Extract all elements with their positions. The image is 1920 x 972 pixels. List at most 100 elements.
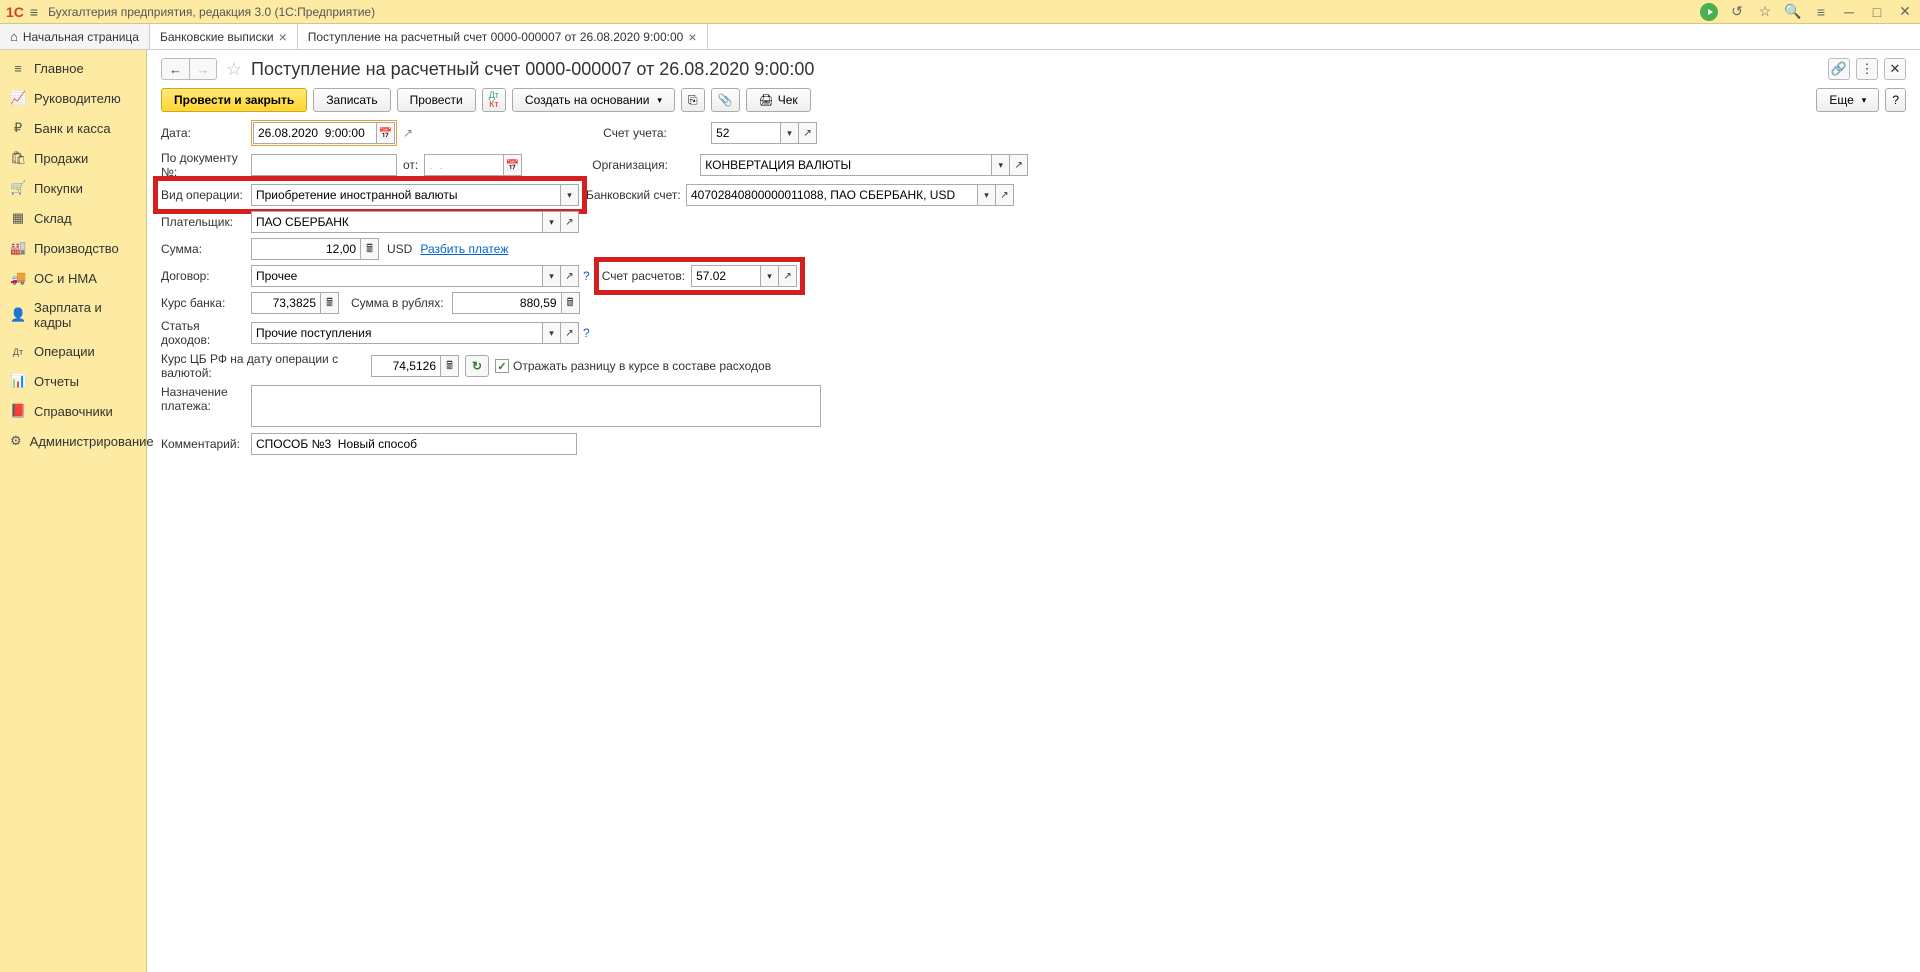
more-vertical-icon[interactable]: ⋮ <box>1856 58 1878 80</box>
close-icon[interactable]: ✕ <box>1884 58 1906 80</box>
contract-input[interactable] <box>251 265 543 287</box>
sidebar-item-sales[interactable]: 🛍Продажи <box>0 143 146 173</box>
calculator-icon[interactable] <box>441 355 459 377</box>
amount-input[interactable] <box>251 238 361 260</box>
dropdown-icon[interactable] <box>543 265 561 287</box>
label-bank-acc: Банковский счет: <box>586 188 686 202</box>
main-menu-icon[interactable]: ≡ <box>30 4 38 20</box>
sidebar-label: Покупки <box>34 181 83 196</box>
calculator-icon[interactable] <box>361 238 379 260</box>
sidebar-item-production[interactable]: 🏭Производство <box>0 233 146 263</box>
save-button[interactable]: Записать <box>313 88 390 112</box>
refresh-rate-button[interactable]: ↻ <box>465 355 489 377</box>
help-icon[interactable]: ? <box>583 326 590 340</box>
link-icon[interactable]: 🔗 <box>1828 58 1850 80</box>
dropdown-icon[interactable] <box>543 322 561 344</box>
sidebar-item-purchases[interactable]: 🛒Покупки <box>0 173 146 203</box>
external-link-icon[interactable]: ↗ <box>403 126 413 140</box>
help-icon[interactable]: ? <box>583 269 590 283</box>
sidebar-item-assets[interactable]: 🚚ОС и НМА <box>0 263 146 293</box>
receipt-button[interactable]: 🖨 Чек <box>746 88 811 112</box>
comment-input[interactable] <box>251 433 577 455</box>
open-icon[interactable] <box>799 122 817 144</box>
more-button[interactable]: Еще <box>1816 88 1879 112</box>
favorite-star-icon[interactable]: ☆ <box>223 59 245 80</box>
sidebar-item-admin[interactable]: ⚙Администрирование <box>0 426 146 456</box>
dropdown-icon[interactable] <box>781 122 799 144</box>
tab-bank-statements[interactable]: Банковские выписки × <box>150 24 298 49</box>
sidebar-label: Склад <box>34 211 72 226</box>
calculator-icon[interactable] <box>562 292 580 314</box>
income-item-input[interactable] <box>251 322 543 344</box>
sidebar-item-manager[interactable]: 📈Руководителю <box>0 83 146 113</box>
attach-button[interactable]: 📎 <box>711 88 740 112</box>
tab-close-icon[interactable]: × <box>688 29 696 45</box>
search-icon[interactable]: 🔍 <box>1784 3 1802 21</box>
history-icon[interactable]: ↺ <box>1728 3 1746 21</box>
dropdown-icon[interactable] <box>543 211 561 233</box>
amount-rub-input[interactable] <box>452 292 562 314</box>
dropdown-icon[interactable] <box>561 184 579 206</box>
home-icon: ⌂ <box>10 29 18 44</box>
open-icon[interactable] <box>1010 154 1028 176</box>
sidebar-item-payroll[interactable]: 👤Зарплата и кадры <box>0 293 146 337</box>
label-payer: Плательщик: <box>161 215 251 229</box>
calendar-icon[interactable] <box>377 122 395 144</box>
maximize-icon[interactable]: □ <box>1868 3 1886 21</box>
date-input[interactable] <box>253 122 377 144</box>
minimize-icon[interactable]: ─ <box>1840 3 1858 21</box>
close-window-icon[interactable]: ✕ <box>1896 3 1914 21</box>
tab-home[interactable]: ⌂ Начальная страница <box>0 24 150 49</box>
settings-icon[interactable]: ≡ <box>1812 3 1830 21</box>
dropdown-icon[interactable] <box>761 265 779 287</box>
label-amount: Сумма: <box>161 242 251 256</box>
open-icon[interactable] <box>561 265 579 287</box>
structure-button[interactable]: ⎘ <box>681 88 705 112</box>
sidebar-item-bank[interactable]: ₽Банк и касса <box>0 113 146 143</box>
bank-rate-input[interactable] <box>251 292 321 314</box>
payer-input[interactable] <box>251 211 543 233</box>
payment-purpose-textarea[interactable] <box>251 385 821 427</box>
label-contract: Договор: <box>161 269 251 283</box>
org-input[interactable] <box>700 154 992 176</box>
sidebar-item-main[interactable]: ≡Главное <box>0 54 146 83</box>
post-button[interactable]: Провести <box>397 88 476 112</box>
open-icon[interactable] <box>561 211 579 233</box>
label-optype: Вид операции: <box>161 188 251 202</box>
calendar-icon[interactable] <box>504 154 522 176</box>
tab-close-icon[interactable]: × <box>279 29 287 45</box>
bank-account-input[interactable] <box>686 184 978 206</box>
highlight-settlement-account: Счет расчетов: <box>594 257 805 295</box>
from-date-input[interactable] <box>424 154 504 176</box>
open-icon[interactable] <box>996 184 1014 206</box>
dropdown-icon[interactable] <box>978 184 996 206</box>
create-based-on-button[interactable]: Создать на основании <box>512 88 675 112</box>
show-postings-button[interactable]: ДтКт <box>482 88 506 112</box>
post-and-close-button[interactable]: Провести и закрыть <box>161 88 307 112</box>
account-input[interactable] <box>711 122 781 144</box>
tab-document[interactable]: Поступление на расчетный счет 0000-00000… <box>298 24 708 49</box>
sidebar-item-warehouse[interactable]: ▦Склад <box>0 203 146 233</box>
sidebar-item-operations[interactable]: ДтОперации <box>0 337 146 366</box>
reflect-diff-checkbox[interactable]: ✓ <box>495 359 509 373</box>
calculator-icon[interactable] <box>321 292 339 314</box>
help-button[interactable]: ? <box>1885 88 1906 112</box>
sidebar-item-catalogs[interactable]: 📕Справочники <box>0 396 146 426</box>
cb-rate-input[interactable] <box>371 355 441 377</box>
sidebar-item-reports[interactable]: 📊Отчеты <box>0 366 146 396</box>
nav-forward-button[interactable]: → <box>189 58 217 80</box>
highlight-operation-type: Вид операции: <box>153 176 587 214</box>
favorite-icon[interactable]: ☆ <box>1756 3 1774 21</box>
docnum-input[interactable] <box>251 154 397 176</box>
label-bank-rate: Курс банка: <box>161 296 251 310</box>
open-icon[interactable] <box>561 322 579 344</box>
open-icon[interactable] <box>779 265 797 287</box>
settlement-account-input[interactable] <box>691 265 761 287</box>
split-payment-link[interactable]: Разбить платеж <box>420 242 508 256</box>
content: ← → ☆ Поступление на расчетный счет 0000… <box>147 50 1920 972</box>
sidebar-label: Справочники <box>34 404 113 419</box>
optype-input[interactable] <box>251 184 561 206</box>
notification-icon[interactable] <box>1700 3 1718 21</box>
nav-back-button[interactable]: ← <box>161 58 189 80</box>
dropdown-icon[interactable] <box>992 154 1010 176</box>
